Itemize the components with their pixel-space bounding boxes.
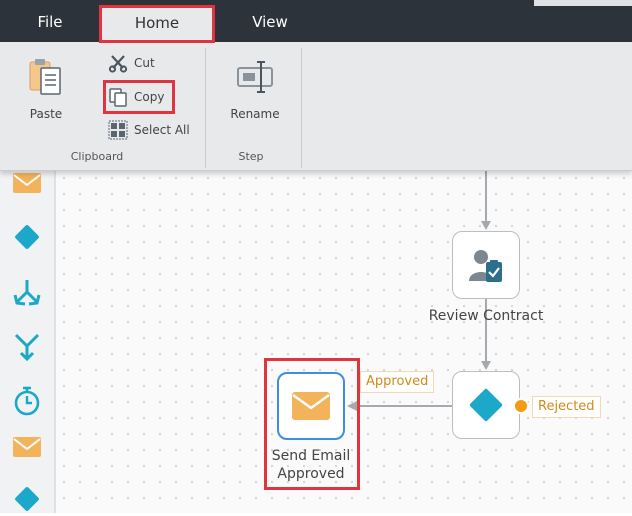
rename-icon [237, 61, 273, 93]
review-contract-label: Review Contract [428, 308, 544, 324]
send-email-approved-node[interactable] [277, 372, 345, 440]
ribbon-separator [301, 48, 302, 168]
select-all-label: Select All [134, 123, 190, 137]
user-task-icon [469, 250, 502, 282]
select-all-button[interactable]: Select All [108, 119, 190, 141]
decision-node[interactable] [452, 371, 520, 439]
cut-button[interactable]: Cut [108, 52, 155, 74]
rename-label: Rename [230, 107, 280, 121]
ribbon-separator [205, 48, 206, 168]
paste-label: Paste [29, 107, 63, 121]
copy-label: Copy [134, 90, 165, 104]
step-group-label: Step [238, 150, 264, 163]
review-contract-node[interactable] [452, 231, 520, 299]
envelope-icon [292, 392, 330, 420]
rejected-outcome-dot[interactable] [513, 398, 529, 414]
send-email-label-line1: Send Email [271, 448, 351, 464]
cut-label: Cut [134, 56, 155, 70]
rejected-outcome-label[interactable]: Rejected [532, 396, 601, 418]
scissors-icon [108, 55, 128, 73]
clipboard-group-label: Clipboard [70, 150, 124, 163]
copy-icon [109, 88, 127, 107]
copy-button[interactable]: Copy [108, 86, 164, 108]
paste-icon [29, 59, 61, 95]
send-email-approved-label: Send Email Approved [258, 447, 364, 483]
rename-button[interactable]: Rename [222, 56, 288, 121]
send-email-label-line2: Approved [277, 466, 345, 482]
diamond-icon [469, 388, 503, 422]
select-all-icon [108, 120, 128, 140]
approved-outcome-label[interactable]: Approved [360, 371, 435, 393]
paste-button[interactable]: Paste [14, 56, 78, 121]
ribbon: Paste Cut Copy Select All Clipboard Rena… [0, 42, 632, 171]
